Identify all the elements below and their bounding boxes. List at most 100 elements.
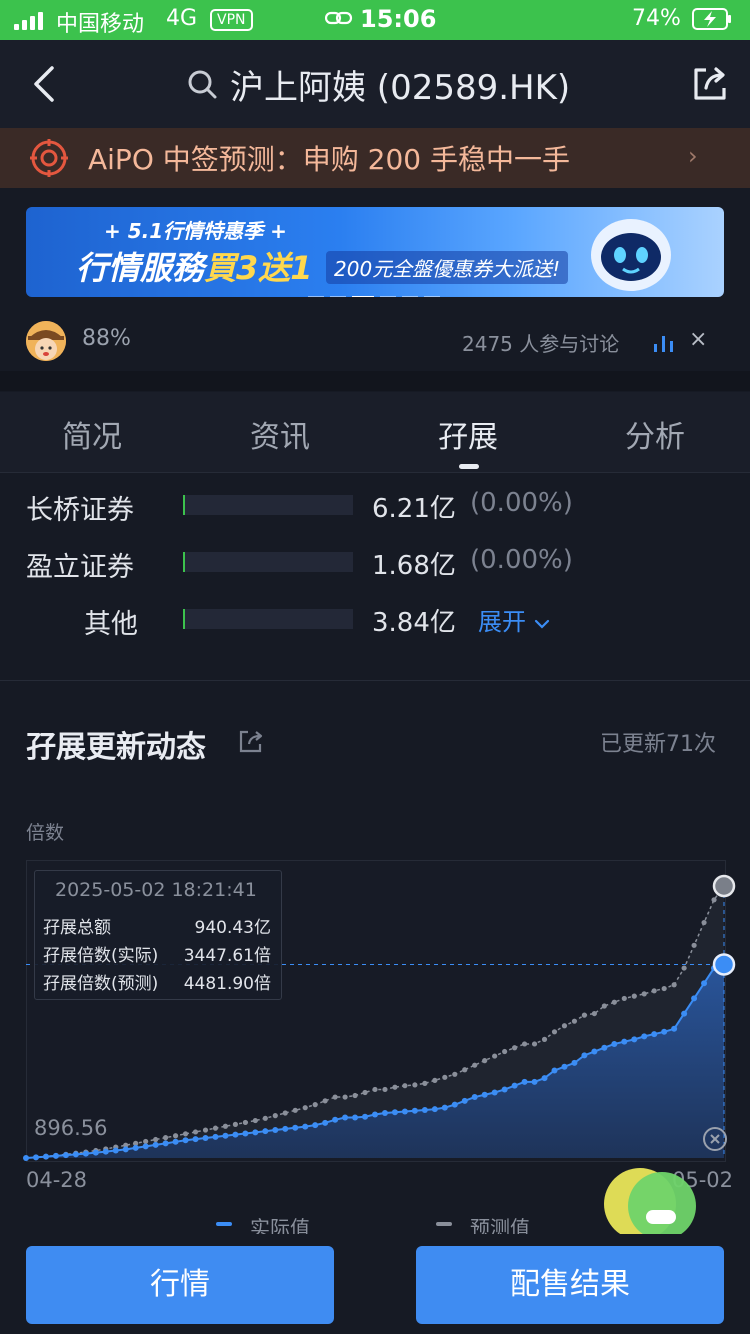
actual-point <box>92 1149 99 1156</box>
actual-point <box>32 1154 39 1161</box>
broker-bar-fill <box>183 609 186 629</box>
actual-point <box>551 1067 558 1074</box>
carousel-dots[interactable] <box>308 284 446 297</box>
predicted-point <box>482 1058 488 1064</box>
share-icon[interactable] <box>238 728 264 754</box>
actual-point <box>581 1052 588 1059</box>
actual-point <box>142 1143 149 1150</box>
actual-point <box>162 1140 169 1147</box>
promo-banner[interactable]: + 5.1行情特惠季 + 行情服務買3送1 200元全盤優惠券大派送! <box>26 207 724 297</box>
predicted-point <box>412 1082 418 1088</box>
tab-overview[interactable]: 简况 <box>62 412 122 456</box>
actual-point <box>42 1153 49 1160</box>
predicted-point <box>292 1107 298 1113</box>
predicted-point <box>143 1138 149 1145</box>
actual-point <box>501 1086 508 1093</box>
actual-point <box>222 1132 229 1139</box>
actual-point <box>352 1114 359 1121</box>
predicted-point <box>282 1110 288 1116</box>
predicted-point <box>462 1067 468 1073</box>
broker-bar <box>183 609 353 629</box>
promo-coupon-text: 200元全盤優惠券大派送! <box>326 251 569 284</box>
predicted-point <box>272 1113 278 1119</box>
close-icon[interactable]: × <box>689 327 707 352</box>
predicted-point <box>362 1089 368 1096</box>
predicted-point <box>352 1092 358 1099</box>
actual-point <box>192 1136 199 1143</box>
predicted-point <box>163 1135 169 1141</box>
quote-button[interactable]: 行情 <box>26 1246 334 1324</box>
broker-bar-fill <box>183 552 186 572</box>
close-circle-icon[interactable] <box>702 1126 728 1152</box>
broker-bar-fill <box>183 495 186 515</box>
back-icon[interactable] <box>28 64 62 104</box>
avatar[interactable] <box>26 321 66 361</box>
actual-point <box>132 1144 139 1151</box>
predicted-point <box>182 1131 189 1137</box>
tooltip-label: 孖展倍数(预测) <box>43 974 159 994</box>
legend-swatch-actual <box>216 1222 232 1226</box>
predicted-point <box>212 1125 219 1131</box>
x-start-label: 04-28 <box>26 1168 88 1192</box>
chevron-down-icon <box>534 619 549 629</box>
actual-point <box>242 1130 249 1137</box>
actual-point <box>342 1114 349 1121</box>
discussion-count[interactable]: 2475 人参与讨论 <box>462 328 619 357</box>
allotment-result-button[interactable]: 配售结果 <box>416 1246 724 1324</box>
actual-point <box>262 1128 269 1135</box>
target-icon <box>30 139 68 177</box>
search-icon[interactable] <box>186 68 218 100</box>
page-title[interactable]: 沪上阿姨 (02589.HK) <box>230 60 570 109</box>
section-separator <box>0 371 750 391</box>
floating-chat-bubble-icon[interactable] <box>596 1160 706 1240</box>
predicted-point <box>202 1127 209 1133</box>
actual-point <box>591 1048 598 1055</box>
actual-point <box>232 1131 239 1138</box>
sound-bars-icon <box>654 336 673 352</box>
actual-point <box>451 1101 458 1108</box>
actual-point <box>282 1125 289 1132</box>
expand-button[interactable]: 展开 <box>478 602 550 637</box>
predicted-point <box>262 1115 268 1121</box>
actual-point <box>541 1075 548 1082</box>
link-icon <box>325 11 353 25</box>
actual-point <box>82 1150 89 1157</box>
vpn-badge: VPN <box>210 9 253 31</box>
predicted-point <box>631 993 637 999</box>
actual-point <box>471 1094 478 1101</box>
actual-point <box>312 1122 319 1129</box>
actual-point <box>212 1133 219 1140</box>
actual-point <box>571 1059 578 1066</box>
predicted-point <box>312 1102 318 1108</box>
chevron-right-icon: › <box>688 142 698 170</box>
predicted-point <box>432 1077 438 1083</box>
actual-point <box>372 1111 378 1118</box>
predicted-point <box>382 1086 388 1093</box>
broker-row: 其他 3.84亿 展开 <box>0 596 750 646</box>
actual-point <box>152 1141 159 1148</box>
actual-point <box>601 1044 608 1051</box>
predicted-point <box>442 1074 448 1080</box>
expand-label: 展开 <box>478 608 526 636</box>
battery-charging-icon <box>692 8 731 30</box>
actual-point <box>461 1097 468 1104</box>
actual-point <box>252 1129 259 1136</box>
broker-amount: 6.21亿 <box>372 494 456 524</box>
tab-bar: 简况 资讯 孖展 分析 <box>0 392 750 473</box>
actual-point <box>381 1109 388 1116</box>
actual-point <box>641 1033 648 1040</box>
predicted-point <box>153 1136 159 1143</box>
broker-amount: 1.68亿 <box>372 551 456 581</box>
predicted-point <box>571 1018 578 1024</box>
actual-point <box>182 1137 189 1144</box>
predicted-point <box>372 1086 378 1093</box>
robot-mascot-icon <box>591 219 671 291</box>
predicted-point <box>651 988 657 994</box>
aipo-prediction-banner[interactable]: AiPO 中签预测：申购 200 手稳中一手 › <box>0 128 750 188</box>
share-icon[interactable] <box>690 64 730 104</box>
predicted-point <box>332 1094 338 1100</box>
tab-news[interactable]: 资讯 <box>250 412 310 456</box>
tab-analysis[interactable]: 分析 <box>625 412 685 456</box>
tab-margin[interactable]: 孖展 <box>438 412 498 456</box>
carrier-name: 中国移动 <box>56 12 145 37</box>
